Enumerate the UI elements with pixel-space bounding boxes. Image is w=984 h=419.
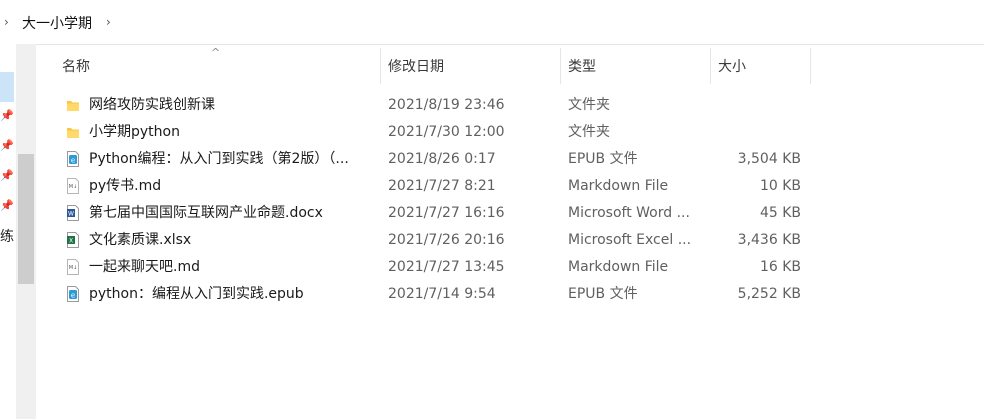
- nav-selected-item[interactable]: [0, 72, 14, 102]
- file-modified: 2021/8/26 0:17: [388, 151, 496, 167]
- pin-icon: 📌: [0, 139, 14, 152]
- file-size: 45 KB: [759, 205, 801, 221]
- epub-icon: e: [67, 286, 79, 302]
- file-size: 5,252 KB: [737, 286, 801, 302]
- svg-text:M↓: M↓: [69, 184, 78, 190]
- file-name[interactable]: 网络攻防实践创新课: [89, 96, 215, 114]
- file-name[interactable]: 文化素质课.xlsx: [89, 231, 191, 249]
- file-row[interactable]: e python：编程从入门到实践.epub 2021/7/14 9:54 EP…: [36, 281, 816, 308]
- file-type: Microsoft Word ...: [568, 205, 690, 221]
- column-header-modified[interactable]: 修改日期: [388, 58, 444, 76]
- svg-text:e: e: [71, 157, 75, 165]
- folder-icon: [67, 128, 79, 138]
- svg-text:e: e: [71, 292, 75, 300]
- navigation-pane: 📌 📌 📌 📌 练: [0, 44, 36, 419]
- breadcrumb-folder[interactable]: 大一小学期: [22, 15, 92, 33]
- svg-text:W: W: [68, 211, 74, 218]
- svg-text:M↓: M↓: [69, 265, 78, 271]
- epub-icon: e: [67, 151, 79, 167]
- column-header-name[interactable]: 名称: [62, 58, 90, 76]
- file-type: EPUB 文件: [568, 286, 638, 302]
- file-name[interactable]: 小学期python: [89, 123, 180, 141]
- file-type: 文件夹: [568, 97, 610, 113]
- file-name[interactable]: python：编程从入门到实践.epub: [89, 285, 304, 303]
- file-size: 10 KB: [759, 178, 801, 194]
- svg-text:X: X: [69, 238, 73, 245]
- file-row[interactable]: W 第七届中国国际互联网产业命题.docx 2021/7/27 16:16 Mi…: [36, 200, 816, 227]
- file-size: 3,504 KB: [737, 151, 801, 167]
- file-type: 文件夹: [568, 124, 610, 140]
- file-row[interactable]: 小学期python 2021/7/30 12:00 文件夹: [36, 119, 816, 146]
- folder-icon: [67, 101, 79, 111]
- column-header-size[interactable]: 大小: [718, 58, 746, 76]
- word-icon: W: [67, 205, 79, 221]
- file-modified: 2021/7/30 12:00: [388, 124, 505, 140]
- markdown-icon: M↓: [67, 178, 79, 194]
- excel-icon: X: [67, 232, 79, 248]
- pin-icon: 📌: [0, 199, 14, 212]
- column-divider[interactable]: [560, 48, 561, 84]
- file-name[interactable]: 第七届中国国际互联网产业命题.docx: [89, 204, 323, 222]
- pin-icon: 📌: [0, 109, 14, 122]
- file-type: EPUB 文件: [568, 151, 638, 167]
- column-divider[interactable]: [380, 48, 381, 84]
- breadcrumb: › 大一小学期 ›: [0, 0, 984, 45]
- nav-scrollbar-thumb[interactable]: [18, 154, 34, 284]
- file-modified: 2021/7/27 16:16: [388, 205, 505, 221]
- sort-ascending-icon: ^: [211, 46, 221, 59]
- file-type: Microsoft Excel ...: [568, 232, 692, 248]
- file-size: 16 KB: [759, 259, 801, 275]
- column-divider[interactable]: [710, 48, 711, 84]
- file-modified: 2021/7/14 9:54: [388, 286, 496, 302]
- markdown-icon: M↓: [67, 259, 79, 275]
- file-size: 3,436 KB: [737, 232, 801, 248]
- nav-item-label[interactable]: 练: [0, 226, 14, 246]
- file-name[interactable]: Python编程：从入门到实践（第2版）（...: [89, 150, 349, 168]
- chevron-right-icon[interactable]: ›: [4, 14, 9, 30]
- file-row[interactable]: M↓ 一起来聊天吧.md 2021/7/27 13:45 Markdown Fi…: [36, 254, 816, 281]
- file-modified: 2021/7/26 20:16: [388, 232, 505, 248]
- file-modified: 2021/7/27 13:45: [388, 259, 505, 275]
- column-header-row: ^ 名称 修改日期 类型 大小: [36, 46, 984, 88]
- chevron-right-icon[interactable]: ›: [106, 14, 111, 30]
- file-row[interactable]: X 文化素质课.xlsx 2021/7/26 20:16 Microsoft E…: [36, 227, 816, 254]
- file-row[interactable]: e Python编程：从入门到实践（第2版）（... 2021/8/26 0:1…: [36, 146, 816, 173]
- file-name[interactable]: py传书.md: [89, 177, 161, 195]
- column-header-type[interactable]: 类型: [568, 58, 596, 76]
- file-modified: 2021/7/27 8:21: [388, 178, 496, 194]
- file-row[interactable]: M↓ py传书.md 2021/7/27 8:21 Markdown File …: [36, 173, 816, 200]
- file-type: Markdown File: [568, 259, 669, 275]
- pin-icon: 📌: [0, 169, 14, 182]
- file-name[interactable]: 一起来聊天吧.md: [89, 258, 200, 276]
- file-modified: 2021/8/19 23:46: [388, 97, 505, 113]
- file-row[interactable]: 网络攻防实践创新课 2021/8/19 23:46 文件夹: [36, 92, 816, 119]
- column-divider[interactable]: [810, 48, 811, 84]
- file-type: Markdown File: [568, 178, 669, 194]
- nav-scrollbar[interactable]: [16, 44, 36, 419]
